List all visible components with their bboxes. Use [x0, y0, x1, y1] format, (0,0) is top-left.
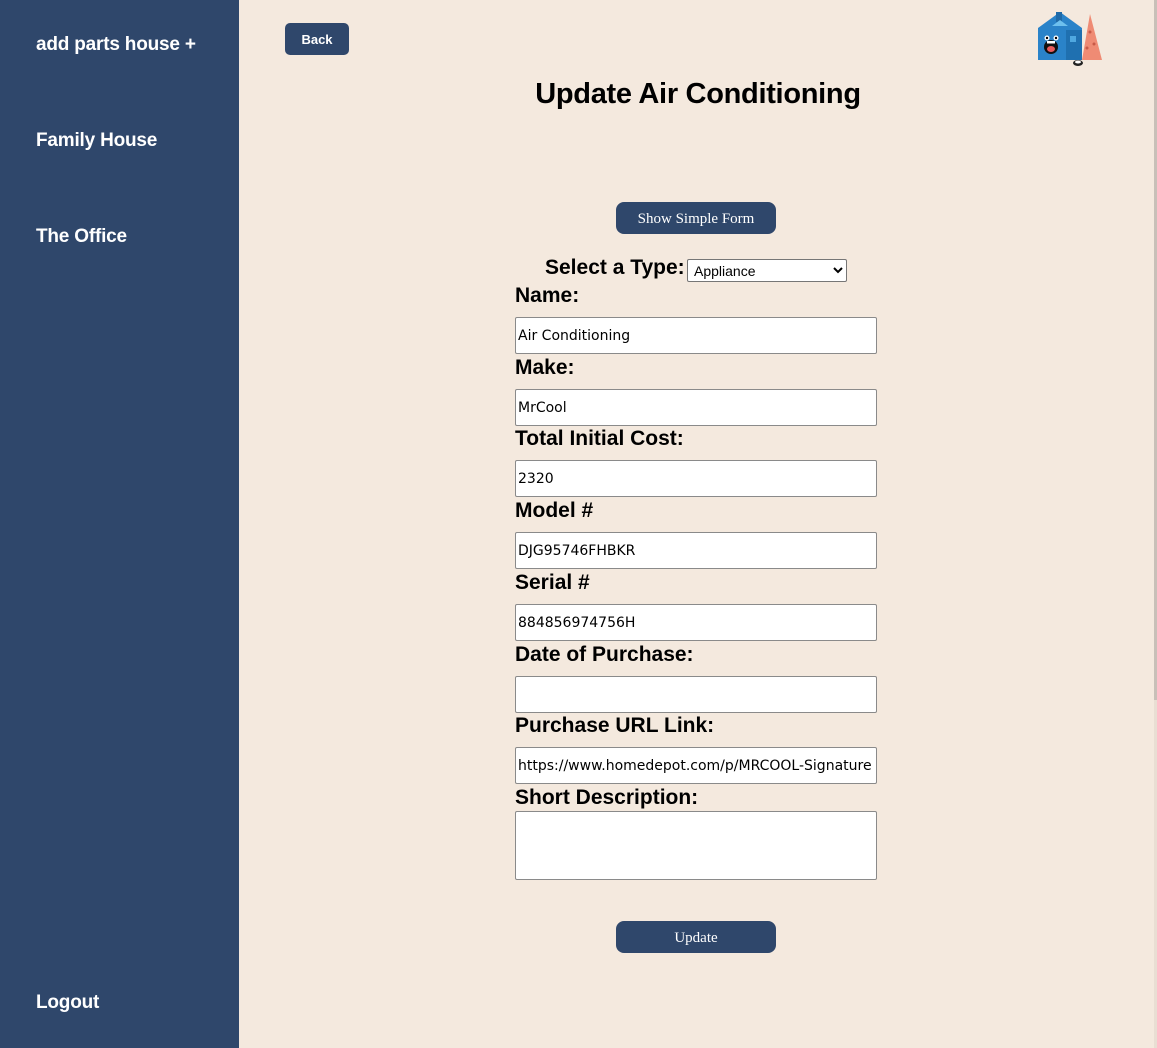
page-title: Update Air Conditioning [535, 78, 861, 110]
url-field[interactable] [515, 747, 877, 784]
name-label: Name: [515, 284, 580, 307]
type-select[interactable]: Appliance [687, 259, 847, 282]
sidebar-item-add-parts-house[interactable]: add parts house + [36, 34, 196, 56]
update-button[interactable]: Update [616, 921, 776, 953]
url-label: Purchase URL Link: [515, 714, 715, 737]
date-field[interactable] [515, 676, 877, 713]
description-label: Short Description: [515, 786, 699, 809]
logout-link[interactable]: Logout [36, 992, 99, 1014]
back-button[interactable]: Back [285, 23, 349, 55]
description-field[interactable] [515, 811, 877, 880]
model-field[interactable] [515, 532, 877, 569]
make-field[interactable] [515, 389, 877, 426]
type-label: Select a Type: [545, 256, 685, 279]
make-label: Make: [515, 356, 575, 379]
cost-field[interactable] [515, 460, 877, 497]
serial-field[interactable] [515, 604, 877, 641]
house-mascot-icon [1038, 12, 1102, 66]
main-content: Back Update Air Conditioning Show Simple… [239, 0, 1157, 1048]
date-label: Date of Purchase: [515, 643, 694, 666]
name-field[interactable] [515, 317, 877, 354]
sidebar-item-the-office[interactable]: The Office [36, 226, 127, 248]
serial-label: Serial # [515, 571, 590, 594]
show-simple-form-button[interactable]: Show Simple Form [616, 202, 776, 234]
model-label: Model # [515, 499, 594, 522]
sidebar: add parts house + Family House The Offic… [0, 0, 239, 1048]
sidebar-item-family-house[interactable]: Family House [36, 130, 157, 152]
cost-label: Total Initial Cost: [515, 427, 684, 450]
